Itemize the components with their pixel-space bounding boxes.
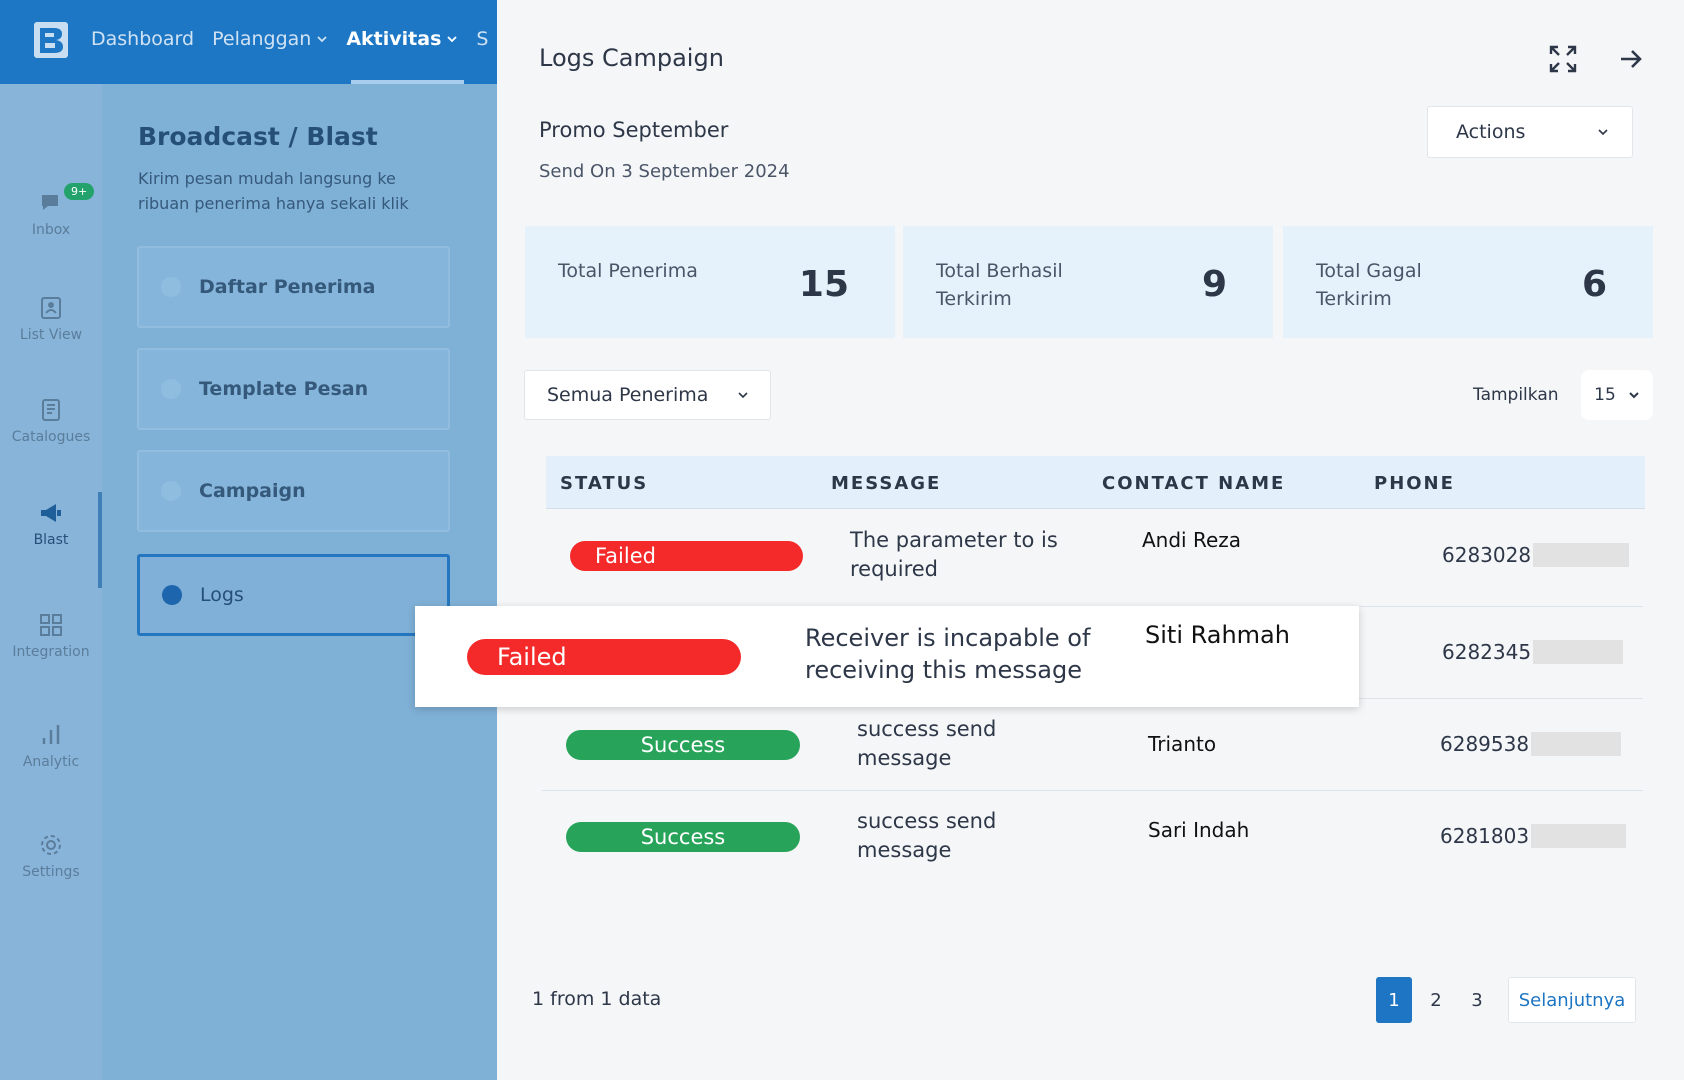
row-message: Receiver is incapable of receiving this … <box>805 624 1091 684</box>
menu-template-pesan[interactable]: Template Pesan <box>137 348 450 430</box>
expand-icon[interactable] <box>1548 44 1578 74</box>
row-contact-name: Trianto <box>1148 732 1217 756</box>
broadcast-panel: Broadcast / Blast Kirim pesan mudah lang… <box>102 84 497 1080</box>
row-message: The parameter to is required <box>850 528 1058 581</box>
panel-subtitle: Kirim pesan mudah langsung ke ribuan pen… <box>138 169 409 213</box>
status-badge-failed: Failed <box>570 541 803 571</box>
header-contact-name: CONTACT NAME <box>1102 473 1286 494</box>
topnav-truncated-item[interactable]: S <box>476 28 488 50</box>
menu-dot <box>161 277 181 297</box>
grid-icon <box>40 614 62 636</box>
topnav-menu: Dashboard Pelanggan Aktivitas S <box>91 28 488 50</box>
megaphone-icon <box>41 504 61 522</box>
gear-icon <box>41 835 61 855</box>
rail-item-list-view[interactable]: List View <box>0 295 102 343</box>
brand-logo-icon[interactable] <box>34 22 68 58</box>
menu-dot <box>161 379 181 399</box>
header-message: MESSAGE <box>831 473 942 494</box>
chevron-down-icon <box>738 392 748 399</box>
status-badge-success: Success <box>566 822 800 852</box>
top-navbar: Dashboard Pelanggan Aktivitas S <box>0 0 497 84</box>
logs-drawer: Logs Campaign Promo September Send On 3 … <box>497 0 1684 1080</box>
topnav-dashboard[interactable]: Dashboard <box>91 28 194 50</box>
chevron-down-icon <box>317 36 327 43</box>
rail-item-settings[interactable]: Settings <box>0 832 102 880</box>
rail-item-inbox[interactable]: Inbox <box>0 190 102 238</box>
bar-chart-icon <box>42 725 60 744</box>
status-badge-failed: Failed <box>467 639 741 675</box>
rail-item-integration[interactable]: Integration <box>0 612 102 660</box>
stat-total-berhasil: Total Berhasil Terkirim 9 <box>903 226 1273 338</box>
phone-mask <box>1531 824 1627 848</box>
chat-icon <box>42 195 58 210</box>
chevron-down-icon <box>1598 129 1608 136</box>
topnav-aktivitas[interactable]: Aktivitas <box>346 28 458 50</box>
panel-title: Broadcast / Blast <box>138 122 378 151</box>
menu-daftar-penerima[interactable]: Daftar Penerima <box>137 246 450 328</box>
phone-mask <box>1533 543 1630 567</box>
catalogue-icon <box>42 399 60 421</box>
table-header: STATUS MESSAGE CONTACT NAME PHONE <box>546 456 1645 509</box>
chevron-down-icon <box>447 36 458 43</box>
row-phone: 6282345 <box>1442 640 1624 664</box>
row-contact-name: Siti Rahmah <box>1145 621 1290 649</box>
row-message: success send message <box>857 809 997 862</box>
rail-item-catalogues[interactable]: Catalogues <box>0 397 102 445</box>
page-button-2[interactable]: 2 <box>1418 977 1454 1023</box>
actions-dropdown[interactable]: Actions <box>1427 106 1633 158</box>
row-contact-name: Sari Indah <box>1148 818 1250 842</box>
contact-list-icon <box>41 297 61 319</box>
row-phone: 6289538 <box>1440 732 1622 756</box>
row-divider <box>542 790 1643 791</box>
highlighted-table-row[interactable]: Failed Receiver is incapable of receivin… <box>415 606 1359 707</box>
chevron-down-icon <box>1629 392 1639 399</box>
per-page-select[interactable]: 15 <box>1581 370 1653 420</box>
rail-item-blast[interactable]: Blast <box>0 500 102 548</box>
menu-logs[interactable]: Logs <box>137 554 450 636</box>
phone-mask <box>1531 732 1622 756</box>
next-page-button[interactable]: Selanjutnya <box>1508 977 1636 1023</box>
pagination-info: 1 from 1 data <box>532 988 662 1010</box>
stat-total-penerima: Total Penerima 15 <box>525 226 895 338</box>
row-message: success send message <box>857 717 997 770</box>
topnav-pelanggan[interactable]: Pelanggan <box>212 28 328 50</box>
menu-dot <box>161 481 181 501</box>
row-phone: 6283028 <box>1442 543 1630 567</box>
arrow-right-icon[interactable] <box>1618 46 1644 72</box>
row-contact-name: Andi Reza <box>1142 528 1242 552</box>
header-phone: PHONE <box>1374 473 1455 494</box>
menu-campaign[interactable]: Campaign <box>137 450 450 532</box>
page-button-3[interactable]: 3 <box>1459 977 1495 1023</box>
stat-total-gagal: Total Gagal Terkirim 6 <box>1283 226 1653 338</box>
row-phone: 6281803 <box>1440 824 1627 848</box>
show-label: Tampilkan <box>1473 385 1559 405</box>
status-badge-success: Success <box>566 730 800 760</box>
phone-mask <box>1533 640 1624 664</box>
menu-dot-active <box>162 585 182 605</box>
campaign-date: Send On 3 September 2024 <box>539 161 790 182</box>
drawer-title: Logs Campaign <box>539 44 724 72</box>
campaign-name: Promo September <box>539 118 729 142</box>
recipient-filter-dropdown[interactable]: Semua Penerima <box>524 370 771 420</box>
header-status: STATUS <box>560 473 649 494</box>
page-button-1[interactable]: 1 <box>1376 977 1412 1023</box>
rail-item-analytic[interactable]: Analytic <box>0 722 102 770</box>
